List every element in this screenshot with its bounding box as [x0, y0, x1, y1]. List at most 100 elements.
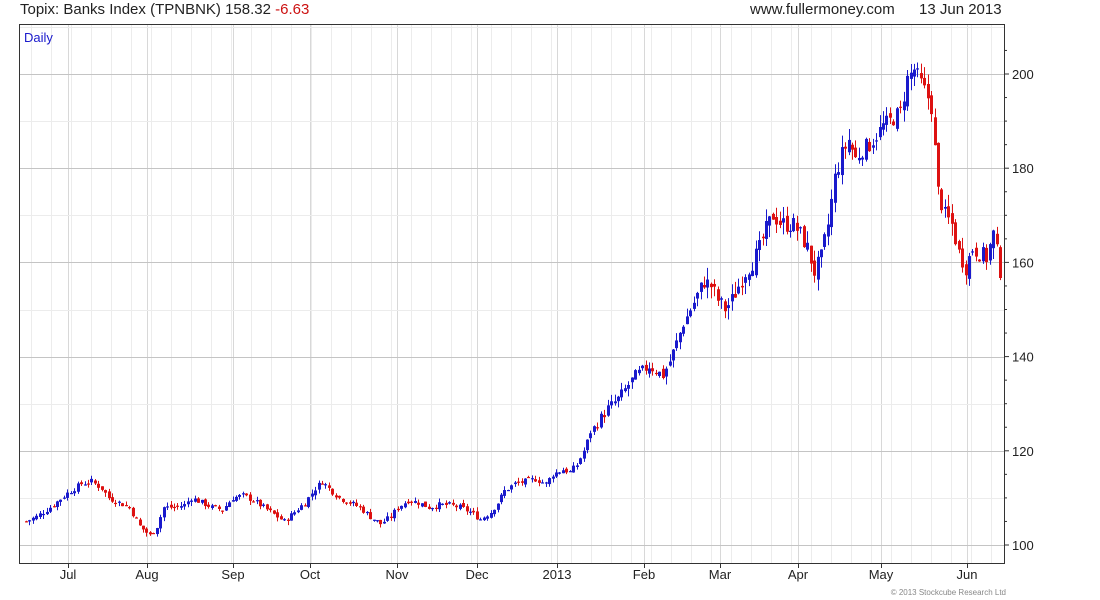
candle-body: [166, 506, 169, 508]
candle-body: [383, 521, 386, 524]
candle-body: [765, 221, 768, 239]
candle-body: [73, 491, 76, 494]
candle-body: [607, 405, 610, 416]
candle-body: [610, 401, 613, 406]
candle-body: [572, 465, 575, 473]
candle-body: [627, 384, 630, 389]
candle-body: [617, 396, 620, 402]
candle-body: [782, 218, 785, 223]
x-tick-label: Aug: [135, 567, 158, 582]
candle-body: [297, 510, 300, 513]
candle-body: [479, 519, 482, 521]
x-tick-label: Feb: [633, 567, 655, 582]
candle-body: [197, 498, 200, 503]
candle-body: [97, 483, 100, 488]
candle-body: [923, 77, 926, 86]
candle-body: [46, 511, 49, 515]
candle-body: [176, 505, 179, 507]
candle-body: [865, 138, 868, 160]
candle-body: [431, 507, 434, 510]
x-tick-label: Jun: [957, 567, 978, 582]
candle-body: [235, 496, 238, 501]
candle-body: [259, 499, 262, 507]
candle-body: [362, 506, 365, 513]
candle-body: [35, 515, 38, 520]
candle-body: [634, 370, 637, 380]
candle-body: [486, 516, 489, 519]
candle-body: [349, 502, 352, 504]
candle-body: [262, 504, 265, 506]
candle-body: [903, 101, 906, 111]
candle-body: [221, 510, 224, 512]
candle-body: [648, 368, 651, 374]
candle-body: [896, 108, 899, 129]
x-tick-label: Apr: [788, 567, 809, 582]
candle-body: [190, 500, 193, 502]
candle-body: [693, 302, 696, 309]
candle-body: [593, 426, 596, 432]
candle-body: [965, 264, 968, 276]
candle-body: [830, 198, 833, 228]
candle-body: [720, 298, 723, 300]
candle-body: [875, 140, 878, 142]
candle-body: [228, 502, 231, 507]
x-axis: Jul Aug Sep Oct Nov Dec 2013 Feb Mar Apr May Jun: [60, 563, 978, 582]
candle-body: [665, 368, 668, 377]
candle-body: [799, 227, 802, 229]
candle-body: [806, 242, 809, 250]
candle-body: [393, 509, 396, 519]
candle-body: [366, 511, 369, 514]
candle-body: [273, 510, 276, 514]
candle-body: [841, 147, 844, 176]
candle-body: [32, 517, 35, 521]
candle-body: [779, 220, 782, 225]
candle-body: [472, 510, 475, 513]
candle-body: [252, 501, 255, 503]
candle-body: [645, 364, 648, 371]
candle-body: [700, 282, 703, 292]
candle-body: [768, 216, 771, 226]
y-tick-label: 160: [1012, 255, 1034, 270]
candle-body: [466, 506, 469, 512]
candle-body: [638, 369, 641, 374]
candle-body: [483, 517, 486, 521]
candle-body: [390, 516, 393, 518]
candle-body: [724, 301, 727, 312]
candle-body: [885, 115, 888, 125]
candle-body: [183, 504, 186, 507]
candle-body: [892, 121, 895, 126]
candle-body: [882, 123, 885, 130]
candle-body: [276, 512, 279, 518]
price-chart: 100 120 140 160 180 200 Jul Aug Sep Oct Nov Dec 201…: [19, 24, 1034, 582]
candle-body: [927, 83, 930, 99]
candle-body: [500, 494, 503, 503]
x-tick-label: Sep: [221, 567, 244, 582]
candle-body: [335, 495, 338, 498]
candle-body: [417, 502, 420, 505]
candle-body: [266, 504, 269, 510]
candle-body: [445, 502, 448, 505]
candle-body: [49, 507, 52, 512]
candle-body: [441, 503, 444, 505]
candle-body: [201, 499, 204, 503]
candle-body: [101, 486, 104, 490]
candle-body: [180, 506, 183, 508]
candle-body: [84, 484, 87, 486]
candle-body: [211, 505, 214, 508]
candle-body: [992, 230, 995, 249]
candle-body: [916, 68, 919, 70]
x-tick-label: Jul: [60, 567, 77, 582]
period-label: Daily: [24, 30, 53, 45]
candle-body: [139, 519, 142, 526]
candle-body: [70, 492, 73, 495]
candle-body: [558, 472, 561, 474]
candle-body: [569, 471, 572, 473]
candle-body: [56, 501, 59, 508]
candle-body: [218, 506, 221, 509]
candle-body: [290, 513, 293, 521]
candle-body: [318, 482, 321, 490]
candle-body: [355, 502, 358, 506]
candle-body: [854, 147, 857, 158]
candle-body: [287, 519, 290, 521]
candle-body: [947, 206, 950, 218]
